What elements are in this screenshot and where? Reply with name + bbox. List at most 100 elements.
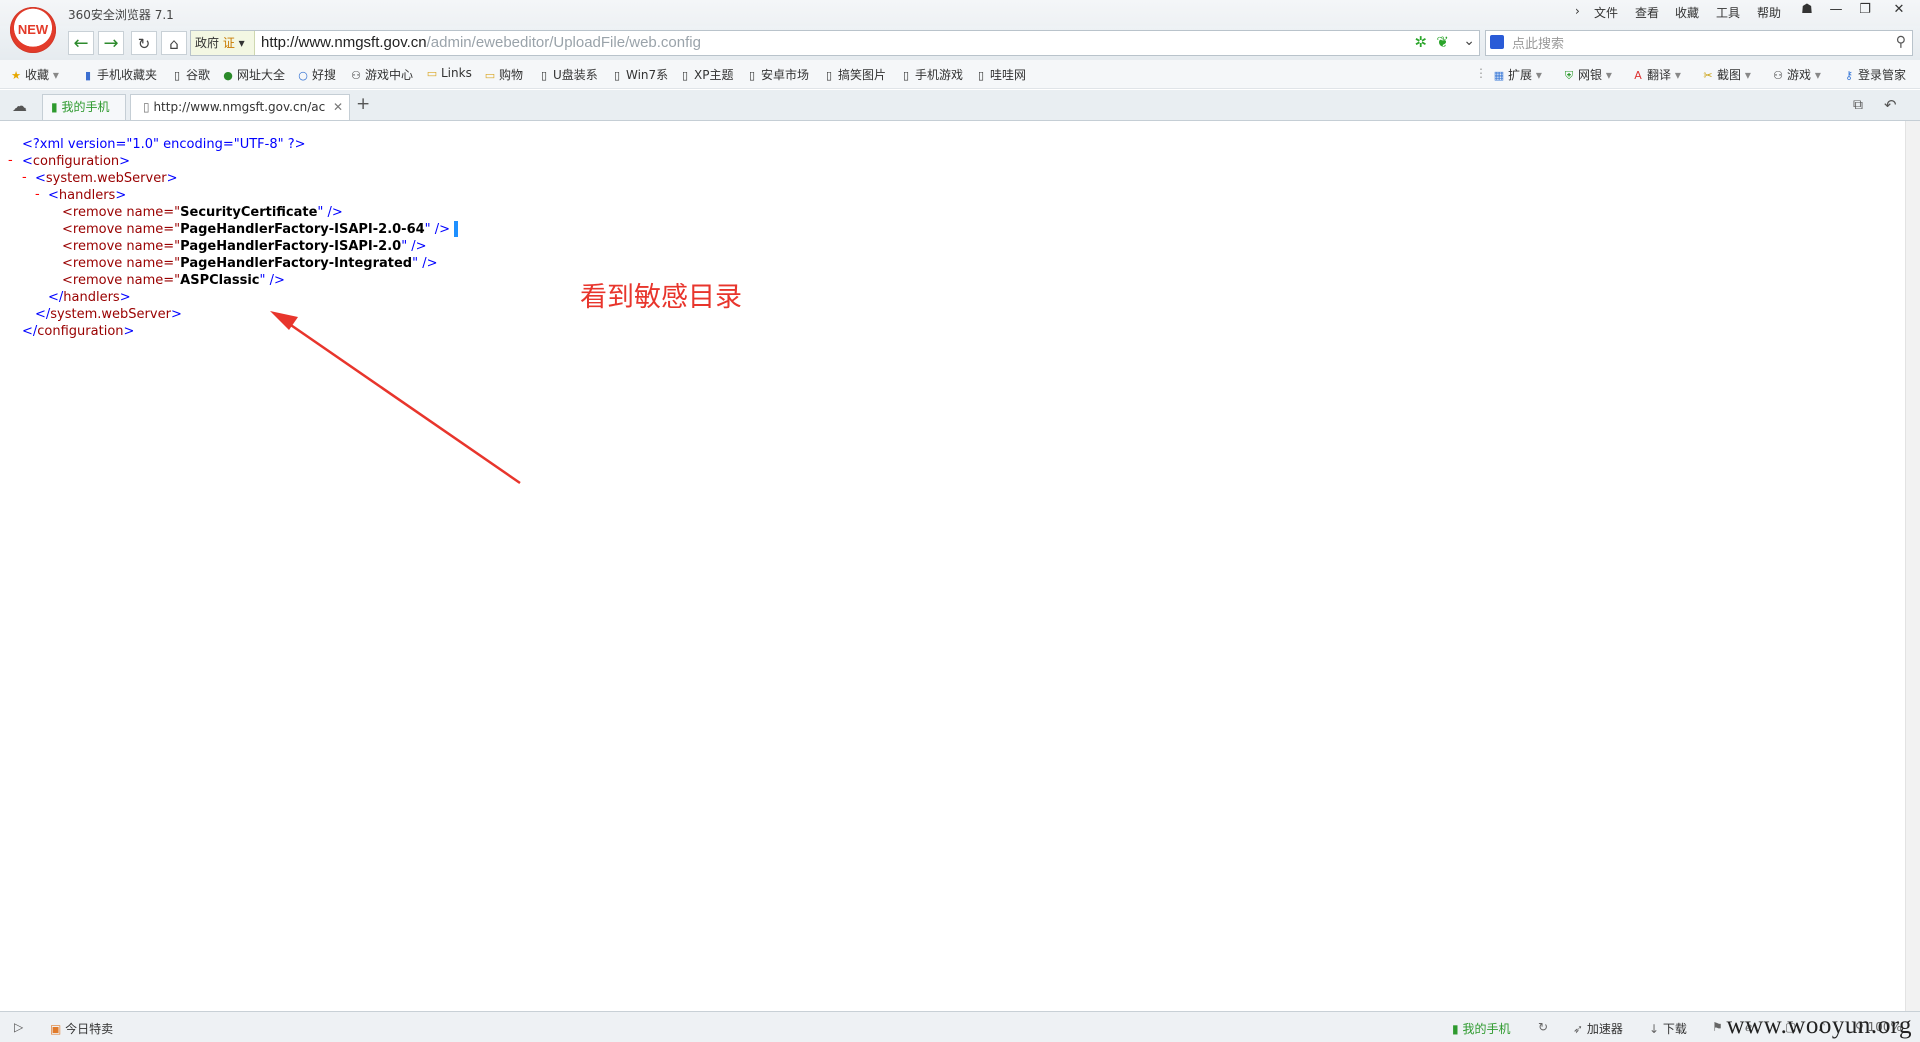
annotation-text: 看到敏感目录	[580, 282, 742, 313]
bookmark-item[interactable]: ▯ 手机游戏	[900, 66, 963, 83]
bookmark-label: Links	[441, 66, 472, 80]
close-icon[interactable]: ✕	[1885, 0, 1913, 22]
bookmark-label: 手机收藏夹	[97, 68, 158, 82]
bookmark-item[interactable]: ○ 好搜	[297, 66, 336, 83]
tool-label: 登录管家	[1858, 68, 1907, 82]
gamepad-icon: ⚇	[1773, 69, 1783, 82]
bookmark-label: U盘装系	[553, 68, 598, 82]
bookmark-item[interactable]: ▯ 搞笑图片	[823, 66, 886, 83]
deals-button[interactable]: ▣ 今日特卖	[50, 1020, 113, 1037]
new-tab-button[interactable]: +	[356, 94, 370, 114]
screenshot-button[interactable]: ✂ 截图 ▾	[1702, 66, 1750, 83]
menu-view[interactable]: 查看	[1635, 4, 1659, 21]
leaf-icon[interactable]: ❦	[1436, 33, 1449, 51]
cert-label: 证	[222, 36, 235, 50]
navigation-bar: ← → ↻ ⌂ 政府 证 ▾ http://www.nmgsft.gov.cn/…	[0, 26, 1920, 60]
my-phone-button[interactable]: ▮ 我的手机	[1452, 1020, 1510, 1037]
login-manager-button[interactable]: ⚷ 登录管家	[1843, 66, 1906, 83]
more-icon[interactable]: ⋮	[1475, 66, 1487, 80]
browser-logo[interactable]: NEW	[10, 7, 56, 53]
bookmark-label: 安卓市场	[761, 68, 810, 82]
search-icon[interactable]: ⚲	[1896, 34, 1906, 50]
bookmark-item[interactable]: ▯ 谷歌	[171, 66, 210, 83]
phone-icon: ▮	[1452, 1022, 1459, 1036]
back-button[interactable]: ←	[68, 31, 94, 55]
gamepad-icon: ⚇	[351, 69, 361, 82]
chevron-down-icon[interactable]: ⌄	[1463, 33, 1475, 49]
bookmark-label: 谷歌	[186, 68, 211, 82]
tool-label: 翻译	[1647, 68, 1672, 82]
download-button[interactable]: ↓ 下载	[1649, 1020, 1687, 1037]
minimize-icon[interactable]: —	[1822, 0, 1850, 22]
bookmark-item[interactable]: ▭ Links	[426, 66, 472, 80]
tool-label: 网银	[1578, 68, 1603, 82]
vertical-scrollbar[interactable]	[1905, 121, 1920, 1011]
page-icon: ▯	[613, 69, 621, 82]
bookmark-favorites[interactable]: ★ 收藏 ▾	[10, 66, 59, 83]
tool-label: 游戏	[1787, 68, 1812, 82]
url-path: /admin/ewebeditor/UploadFile/web.config	[426, 34, 701, 51]
arrow-shaft	[284, 319, 521, 485]
search-engine-icon[interactable]	[1490, 35, 1504, 49]
page-icon: ▯	[825, 69, 833, 82]
bookmark-item[interactable]: ▯ Win7系	[611, 66, 668, 83]
translate-button[interactable]: A 翻译 ▾	[1632, 66, 1681, 83]
bookmark-item[interactable]: ▮ 手机收藏夹	[82, 66, 157, 83]
accelerator-button[interactable]: ➶ 加速器	[1573, 1020, 1623, 1037]
menu-file[interactable]: 文件	[1594, 4, 1618, 21]
bookmark-item[interactable]: ▯ U盘装系	[538, 66, 598, 83]
phone-icon: ▮	[51, 100, 58, 114]
bookmark-item[interactable]: ⚇ 游戏中心	[350, 66, 413, 83]
url-host: http://www.nmgsft.gov.cn	[261, 34, 427, 51]
restore-tab-icon[interactable]: ⧉	[1853, 97, 1863, 113]
menu-tools[interactable]: 工具	[1716, 4, 1740, 21]
bookmark-label: 网址大全	[237, 68, 286, 82]
title-bar: NEW 360安全浏览器 7.1 › 文件 查看 收藏 工具 帮助 ☗ — ❐ …	[0, 0, 1920, 53]
download-icon: ↓	[1649, 1022, 1660, 1036]
refresh-status-icon[interactable]: ↻	[1538, 1020, 1548, 1034]
tab-label: http://www.nmgsft.gov.cn/ac	[153, 100, 326, 114]
bookmark-item[interactable]: ● 网址大全	[222, 66, 285, 83]
gov-cert-badge[interactable]: 政府 证 ▾	[191, 31, 255, 55]
forward-button[interactable]: →	[98, 31, 124, 55]
tab-web-config[interactable]: ▯ http://www.nmgsft.gov.cn/ac ✕	[130, 94, 350, 120]
bookmark-item[interactable]: ▭ 购物	[484, 66, 523, 83]
flag-icon[interactable]: ⚑	[1712, 1020, 1723, 1034]
bookmarks-bar: ★ 收藏 ▾ ▮ 手机收藏夹 ▯ 谷歌 ● 网址大全 ○ 好搜 ⚇ 游戏中心 ▭ Links …	[0, 60, 1920, 89]
url-text[interactable]: http://www.nmgsft.gov.cn/admin/ewebedito…	[261, 31, 701, 55]
close-tab-icon[interactable]: ✕	[333, 95, 343, 119]
undo-close-icon[interactable]: ↶	[1884, 96, 1897, 114]
folder-icon: ▭	[484, 69, 496, 82]
skin-icon[interactable]: ☗	[1793, 0, 1821, 22]
page-icon: ▯	[143, 100, 150, 114]
cloud-icon[interactable]: ☁	[12, 97, 27, 115]
download-label: 下载	[1662, 1022, 1687, 1036]
folder-icon: ▭	[426, 67, 438, 80]
search-box[interactable]: ⚲	[1485, 30, 1913, 56]
games-button[interactable]: ⚇ 游戏 ▾	[1772, 66, 1821, 83]
deals-label: 今日特卖	[65, 1022, 114, 1036]
speedup-icon[interactable]: ✲	[1414, 33, 1427, 51]
search-input[interactable]	[1510, 32, 1884, 56]
globe-icon: ●	[223, 69, 233, 82]
my-phone-label: 我的手机	[1462, 1022, 1511, 1036]
watermark: www.wooyun.org	[1726, 1012, 1912, 1039]
address-bar[interactable]: 政府 证 ▾ http://www.nmgsft.gov.cn/admin/ew…	[190, 30, 1480, 56]
page-icon: ▯	[748, 69, 756, 82]
refresh-button[interactable]: ↻	[131, 31, 157, 55]
restore-icon[interactable]: ❐	[1851, 0, 1879, 22]
extensions-button[interactable]: ▦ 扩展 ▾	[1493, 66, 1542, 83]
bookmark-item[interactable]: ▯ XP主题	[679, 66, 734, 83]
home-button[interactable]: ⌂	[161, 31, 187, 55]
bookmark-label: 哇哇网	[990, 68, 1027, 82]
menu-favorites[interactable]: 收藏	[1675, 4, 1699, 21]
ebank-button[interactable]: ⛨ 网银 ▾	[1563, 66, 1612, 83]
tab-my-phone[interactable]: ▮ 我的手机	[42, 94, 126, 120]
menu-help[interactable]: 帮助	[1757, 4, 1781, 21]
sidebar-toggle-icon[interactable]: ▷	[14, 1020, 23, 1034]
bookmark-item[interactable]: ▯ 哇哇网	[975, 66, 1026, 83]
chevron-right-icon[interactable]: ›	[1575, 4, 1580, 18]
key-icon: ⚷	[1844, 69, 1854, 82]
bookmark-item[interactable]: ▯ 安卓市场	[746, 66, 809, 83]
shield-icon: ⛨	[1564, 69, 1574, 82]
